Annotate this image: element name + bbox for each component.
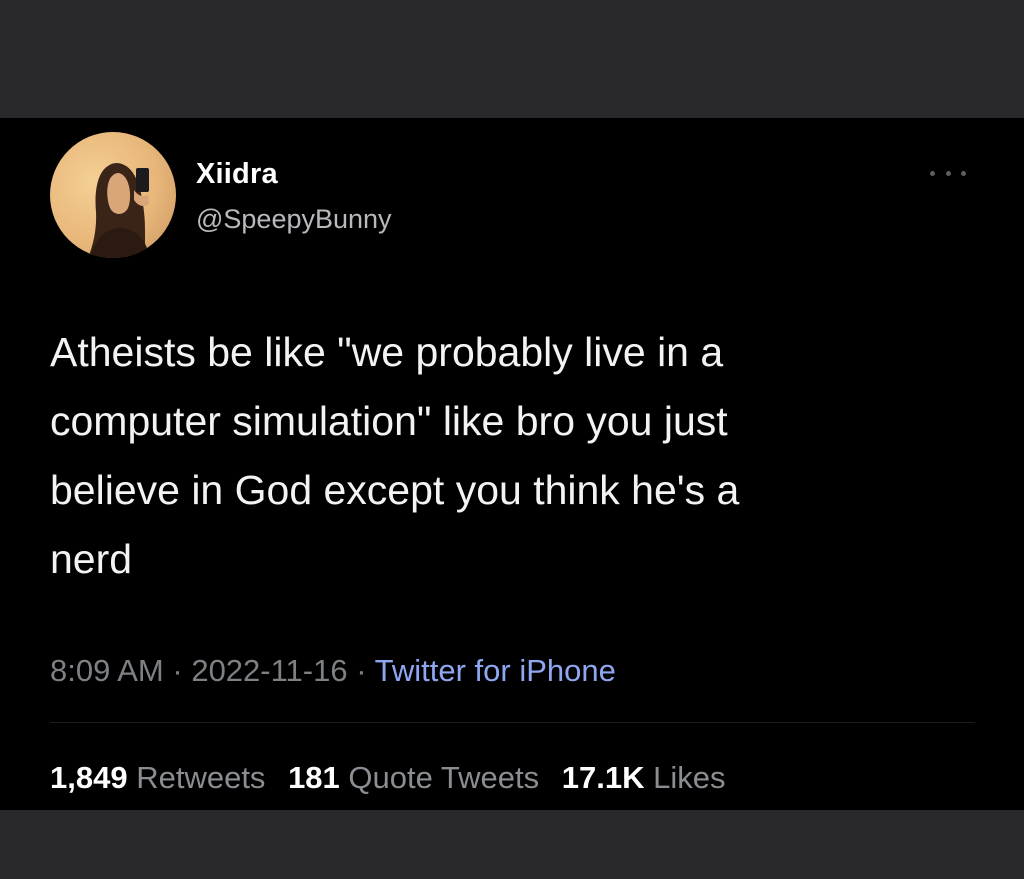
- avatar[interactable]: [50, 132, 176, 258]
- meta-separator: ·: [172, 653, 183, 688]
- retweets-count: 1,849: [50, 760, 128, 795]
- likes-stat[interactable]: 17.1K Likes: [562, 760, 726, 795]
- quote-tweets-stat[interactable]: 181 Quote Tweets: [288, 760, 548, 795]
- meta-separator: ·: [356, 653, 367, 688]
- likes-label: Likes: [653, 760, 726, 795]
- quote-tweets-label: Quote Tweets: [348, 760, 540, 795]
- tweet-metadata: 8:09 AM · 2022-11-16 · Twitter for iPhon…: [50, 653, 616, 689]
- tweet-stats: 1,849 Retweets 181 Quote Tweets 17.1K Li…: [50, 760, 726, 796]
- tweet-date[interactable]: 2022-11-16: [191, 653, 347, 688]
- display-name[interactable]: Xiidra: [196, 158, 278, 191]
- dot: [945, 170, 951, 176]
- dot: [961, 170, 966, 176]
- retweets-label: Retweets: [136, 760, 266, 795]
- likes-count: 17.1K: [561, 760, 645, 795]
- user-handle[interactable]: @SpeepyBunny: [196, 204, 392, 235]
- bottom-frame: [0, 810, 1024, 879]
- quote-tweets-count: 181: [288, 760, 340, 795]
- tweet-source-link[interactable]: Twitter for iPhone: [375, 653, 616, 688]
- retweets-stat[interactable]: 1,849 Retweets: [50, 760, 274, 795]
- divider: [50, 722, 975, 723]
- ellipsis-icon[interactable]: [930, 166, 966, 180]
- tweet-card: Xiidra @SpeepyBunny Atheists be like "we…: [0, 118, 1024, 810]
- avatar-image: [88, 163, 150, 258]
- top-frame: [0, 0, 1024, 118]
- tweet-text: Atheists be like "we probably live in a …: [50, 329, 740, 582]
- tweet-time[interactable]: 8:09 AM: [50, 653, 164, 688]
- dot: [930, 170, 935, 176]
